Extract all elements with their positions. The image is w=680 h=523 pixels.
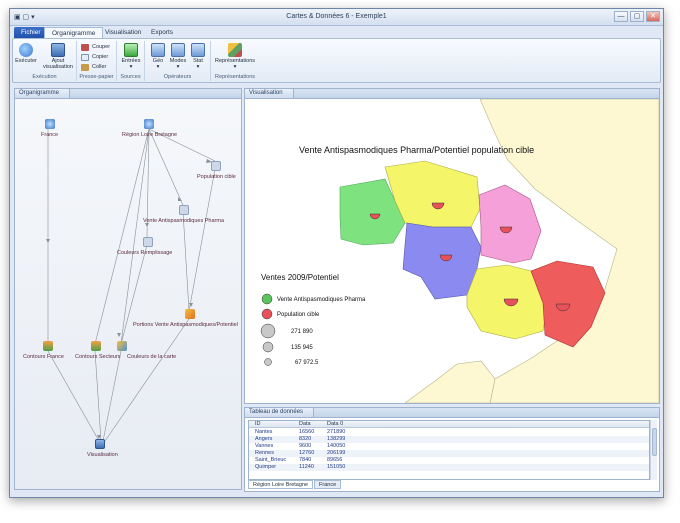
geo-icon (151, 43, 165, 57)
legend-label-vente: Vente Antispasmodiques Pharma (277, 297, 366, 303)
legend-size-label-large: 271 890 (291, 329, 313, 335)
visualisation-panel-title: Visualisation (245, 89, 294, 98)
maximize-button[interactable]: ▢ (630, 11, 644, 22)
modes-button[interactable]: Modes ▾ (169, 43, 187, 70)
executer-button[interactable]: Exécuter (15, 43, 37, 64)
table-row[interactable]: Quimper 11240 151050 (249, 464, 649, 471)
table-icon (211, 161, 221, 171)
pie-icon (185, 309, 195, 319)
palette-icon (117, 341, 127, 351)
minimize-button[interactable]: — (614, 11, 628, 22)
scissors-icon (81, 44, 89, 51)
coller-button[interactable]: Coller (81, 63, 106, 72)
legend-label-population: Population cible (277, 312, 320, 318)
representations-button[interactable]: Représentations ▾ (213, 43, 257, 70)
monitor-icon (95, 439, 105, 449)
sheet-tabs: Région Loire Bretagne France (248, 480, 342, 489)
tableau-panel-title: Tableau de données (245, 408, 315, 417)
col-header-data[interactable]: Data (299, 421, 311, 428)
legend-title: Ventes 2009/Potentiel (261, 273, 339, 282)
monitor-icon (51, 43, 65, 57)
legend-size-large (260, 323, 276, 339)
paste-icon (81, 64, 89, 71)
ajout-visualisation-button[interactable]: Ajout visualisation (40, 43, 76, 70)
copier-button[interactable]: Copier (81, 53, 108, 62)
table-icon (179, 205, 189, 215)
map-title: Vente Antispasmodiques Pharma/Potentiel … (299, 145, 534, 155)
legend-size-small (264, 358, 272, 366)
group-execution: Exécuter Ajout visualisation Exécution (13, 41, 77, 81)
window-title: Cartes & Données 6 - Exemple1 (286, 13, 387, 20)
grid-header-row: ID Data Data 0 (249, 421, 649, 428)
entrees-button[interactable]: Entrées ▾ (120, 43, 142, 70)
col-header-id[interactable]: ID (255, 421, 261, 428)
ribbon: Exécuter Ajout visualisation Exécution C… (12, 38, 661, 83)
col-header-data0[interactable]: Data 0 (327, 421, 343, 428)
table-row[interactable]: Nantes 16560 271890 (249, 429, 649, 436)
scrollbar-thumb[interactable] (652, 428, 657, 456)
table-row[interactable]: Angers 8320 138299 (249, 436, 649, 443)
representations-icon (228, 43, 242, 57)
group-sources: Entrées ▾ Sources (117, 41, 145, 81)
tableau-panel: Tableau de données ID Data Data 0 Nantes… (244, 407, 660, 492)
organigramme-panel: Organigramme France Région Loire Bretagn… (14, 88, 242, 490)
sigma-icon (191, 43, 205, 57)
copy-icon (81, 54, 89, 61)
group-representations: Représentations ▾ Représentations (211, 41, 259, 81)
data-grid[interactable]: ID Data Data 0 Nantes 16560 271890 Anger… (248, 420, 650, 480)
table-icon (143, 237, 153, 247)
app-window: ▣ ▢ ▾ Cartes & Données 6 - Exemple1 — ▢ … (9, 8, 664, 498)
execute-icon (19, 43, 33, 57)
legend-swatch-population (261, 308, 273, 320)
group-operateurs: Géo ▾ Modes ▾ Stat ▾ Opérateurs (145, 41, 211, 81)
couper-button[interactable]: Couper (81, 43, 110, 52)
group-presse-papier: Couper Copier Coller Presse-papier (77, 41, 117, 81)
contours-icon (43, 341, 53, 351)
globe-icon (144, 119, 154, 129)
modes-icon (171, 43, 185, 57)
legend-size-label-medium: 135 945 (291, 345, 313, 351)
entrees-icon (124, 43, 138, 57)
contours-icon (91, 341, 101, 351)
stat-button[interactable]: Stat ▾ (189, 43, 207, 70)
map-canvas[interactable]: Vente Antispasmodiques Pharma/Potentiel … (245, 99, 659, 403)
close-button[interactable]: ✕ (646, 11, 660, 22)
legend-size-label-small: 67 972.5 (295, 360, 319, 366)
geo-button[interactable]: Géo ▾ (149, 43, 167, 70)
table-row[interactable]: Vannes 9600 140050 (249, 443, 649, 450)
organigramme-connectors (46, 128, 216, 442)
legend-size-medium (262, 341, 274, 353)
legend-swatch-vente (261, 293, 273, 305)
grid-vertical-scrollbar[interactable] (650, 420, 657, 480)
visualisation-panel: Visualisation Vente Antispasmodiques Pha… (244, 88, 660, 404)
table-row[interactable]: Rennes 12760 206199 (249, 450, 649, 457)
globe-icon (45, 119, 55, 129)
sheet-tab-region[interactable]: Région Loire Bretagne (248, 480, 314, 489)
table-row[interactable]: Saint_Brieuc 7840 89656 (249, 457, 649, 464)
title-bar: ▣ ▢ ▾ Cartes & Données 6 - Exemple1 — ▢ … (10, 9, 663, 26)
sheet-tab-france[interactable]: France (314, 480, 342, 489)
